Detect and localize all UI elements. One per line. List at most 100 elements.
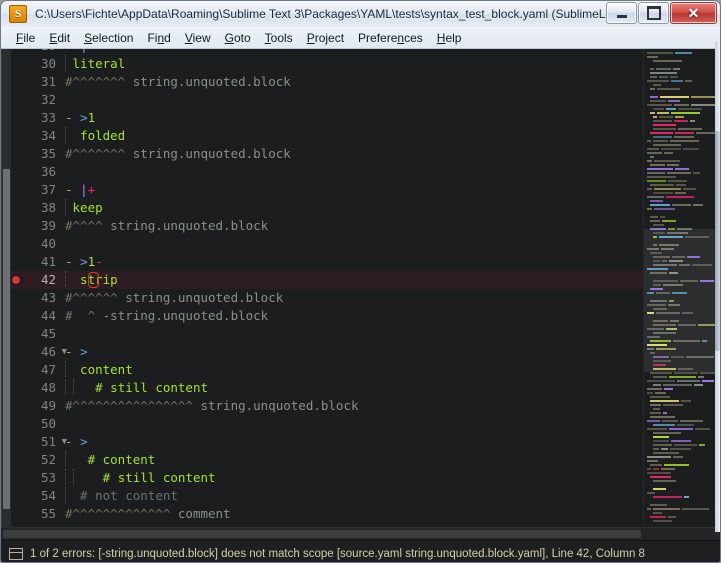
code-line[interactable]: 53 # still content	[11, 469, 643, 487]
code-line[interactable]: 48 # still content	[11, 379, 643, 397]
code-line[interactable]: 31 #^^^^^^^ string.unquoted.block	[11, 73, 643, 91]
code-line[interactable]: 33- >1	[11, 109, 643, 127]
horizontal-scrollbar-thumb[interactable]	[3, 530, 641, 538]
code-line[interactable]: 38 keep	[11, 199, 643, 217]
menu-item-edit[interactable]: Edit	[42, 29, 77, 47]
code-line[interactable]: 54 # not content	[11, 487, 643, 505]
line-number: 39	[40, 218, 56, 233]
code-line[interactable]: 49 #^^^^^^^^^^^^^^^^ string.unquoted.bloc…	[11, 397, 643, 415]
code-token: -	[65, 182, 81, 197]
left-scrollbar[interactable]	[2, 49, 11, 527]
minimap-segment	[653, 436, 669, 438]
minimap-segment	[663, 284, 683, 286]
editor-region: 29- |30 literal31#^^^^^^^ string.unquote…	[1, 49, 720, 527]
minimap-segment	[647, 208, 652, 210]
code-line[interactable]: 50	[11, 415, 643, 433]
code-line[interactable]: 52 # content	[11, 451, 643, 469]
maximize-button[interactable]	[638, 2, 669, 24]
menu-item-project[interactable]: Project	[300, 29, 351, 47]
minimap-segment	[673, 68, 680, 70]
minimap-segment	[647, 52, 673, 54]
minimap-segment	[650, 204, 670, 206]
minimap-segment	[690, 104, 717, 106]
minimap-segment	[653, 308, 667, 310]
code-line[interactable]: 55 #^^^^^^^^^^^^^ comment	[11, 505, 643, 523]
minimap-segment	[671, 112, 700, 114]
code-token: # still content	[80, 380, 208, 395]
close-icon: ✕	[687, 5, 700, 21]
menu-item-preferences[interactable]: Preferences	[351, 29, 430, 47]
code-line[interactable]: 47 content	[11, 361, 643, 379]
code-line[interactable]: 44 # ^ -string.unquoted.block	[11, 307, 643, 325]
minimap-segment	[674, 104, 689, 106]
minimap-segment	[661, 148, 681, 150]
minimap-segment	[691, 96, 717, 98]
minimap-segment	[673, 340, 700, 342]
code-line[interactable]: 36	[11, 163, 643, 181]
code-text: #^^^^^^^^^^^^^ comment	[59, 505, 231, 523]
indent-guide	[65, 487, 66, 503]
code-line[interactable]: 41- >1-	[11, 253, 643, 271]
code-text: # still content	[59, 379, 208, 397]
window-scrollbar-thumb[interactable]	[715, 131, 720, 351]
code-text: keep	[59, 199, 103, 217]
title-bar[interactable]: S C:\Users\Fichte\AppData\Roaming\Sublim…	[1, 1, 720, 27]
minimap-segment	[653, 444, 672, 446]
left-scrollbar-thumb[interactable]	[3, 169, 10, 509]
menu-item-goto[interactable]: Goto	[218, 29, 258, 47]
code-line[interactable]: 51 ▼ - >	[11, 433, 643, 451]
minimap[interactable]	[643, 49, 720, 527]
code-line[interactable]: 45	[11, 325, 643, 343]
menu-item-file[interactable]: File	[9, 29, 42, 47]
code-line[interactable]: 30 literal	[11, 55, 643, 73]
minimap-segment	[653, 376, 667, 378]
minimap-segment	[671, 80, 683, 82]
menu-item-find[interactable]: Find	[140, 29, 177, 47]
minimap-segment	[653, 520, 672, 522]
code-line[interactable]: 34 folded	[11, 127, 643, 145]
minimap-segment	[647, 196, 664, 198]
code-token: -	[65, 344, 81, 359]
minimap-segment	[647, 392, 653, 394]
minimap-segment	[653, 128, 676, 130]
minimap-segment	[678, 128, 702, 130]
code-line[interactable]: 40	[11, 235, 643, 253]
minimize-button[interactable]	[606, 2, 637, 24]
code-text: strip	[59, 271, 118, 289]
minimap-segment	[653, 244, 657, 246]
menu-item-selection[interactable]: Selection	[77, 29, 140, 47]
code-line[interactable]: 39 #^^^^ string.unquoted.block	[11, 217, 643, 235]
minimap-segment	[675, 192, 686, 194]
line-number: 43	[40, 290, 56, 305]
window-scrollbar[interactable]	[715, 41, 720, 532]
code-line[interactable]: 37- |+	[11, 181, 643, 199]
code-line[interactable]: 35 #^^^^^^^ string.unquoted.block	[11, 145, 643, 163]
menu-item-help[interactable]: Help	[430, 29, 469, 47]
minimap-segment	[653, 488, 666, 490]
code-token: -	[65, 434, 81, 449]
window-controls: ✕	[605, 2, 717, 24]
code-line[interactable]: 43 #^^^^^^ string.unquoted.block	[11, 289, 643, 307]
minimap-segment	[650, 516, 666, 518]
minimap-segment	[647, 160, 652, 162]
minimap-segment	[687, 256, 700, 258]
minimap-segment	[650, 72, 677, 74]
code-line[interactable]: 32	[11, 91, 643, 109]
code-editor[interactable]: 29- |30 literal31#^^^^^^^ string.unquote…	[11, 49, 643, 527]
menu-bar: File Edit Selection Find View Goto Tools Projec…	[1, 27, 720, 49]
minimap-segment	[653, 512, 662, 514]
code-token: # ^	[65, 308, 103, 323]
minimap-segment	[653, 432, 681, 434]
code-text: # content	[59, 451, 155, 469]
code-line[interactable]: 42 strip	[11, 271, 643, 289]
minimap-segment	[696, 132, 715, 134]
minimap-segment	[653, 280, 678, 282]
line-number: 45	[40, 326, 56, 341]
close-button[interactable]: ✕	[670, 2, 717, 24]
minimap-segment	[653, 120, 672, 122]
menu-item-view[interactable]: View	[178, 29, 218, 47]
code-line[interactable]: 46 ▼ - >	[11, 343, 643, 361]
minimap-segment	[685, 80, 692, 82]
horizontal-scrollbar[interactable]	[1, 527, 720, 540]
menu-item-tools[interactable]: Tools	[258, 29, 300, 47]
